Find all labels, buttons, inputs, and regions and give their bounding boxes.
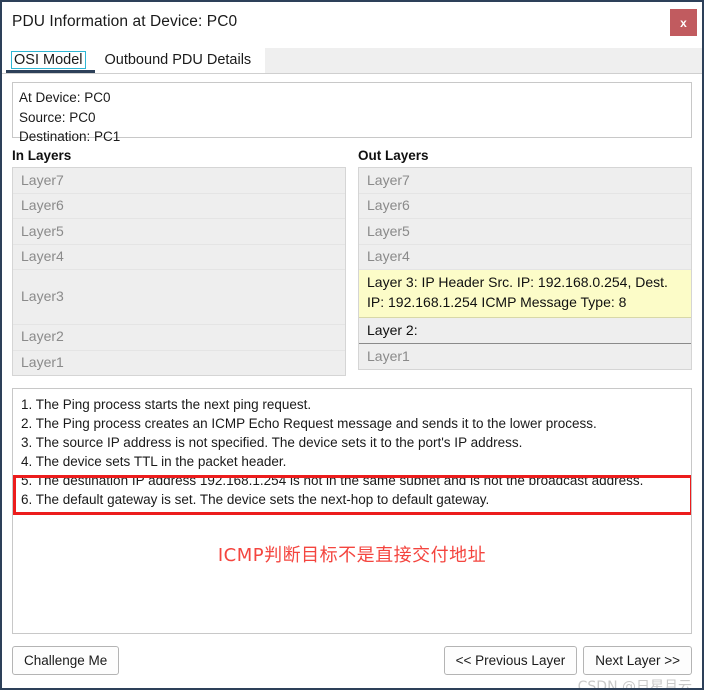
in-layer-row-6[interactable]: Layer6: [13, 193, 345, 220]
out-layers-column: Out Layers Layer7 Layer6 Layer5 Layer4 L…: [358, 148, 692, 376]
description-line-3: 3. The source IP address is not specifie…: [21, 435, 523, 451]
layer-nav-buttons: << Previous Layer Next Layer >>: [443, 646, 692, 676]
info-at-device: At Device: PC0: [19, 90, 111, 105]
tab-outbound-pdu-details[interactable]: Outbound PDU Details: [95, 50, 262, 74]
title-bar: PDU Information at Device: PC0 x: [2, 2, 702, 42]
description-line-5: 5. The destination IP address 192.168.1.…: [21, 473, 644, 489]
out-layer-row-5[interactable]: Layer5: [359, 219, 691, 245]
challenge-me-button[interactable]: Challenge Me: [12, 646, 120, 676]
tab-strip-filler: [265, 48, 702, 74]
description-line-4: 4. The device sets TTL in the packet hea…: [21, 454, 287, 470]
description-line-2: 2. The Ping process creates an ICMP Echo…: [21, 416, 597, 432]
device-info-panel: At Device: PC0 Source: PC0 Destination: …: [12, 82, 692, 144]
description-line-6: 6. The default gateway is set. The devic…: [21, 492, 490, 508]
out-layer-row-3[interactable]: Layer 3: IP Header Src. IP: 192.168.0.25…: [359, 270, 691, 318]
in-layer-row-3[interactable]: Layer3: [13, 270, 345, 325]
window-title: PDU Information at Device: PC0: [12, 13, 238, 30]
in-layer-row-4[interactable]: Layer4: [13, 244, 345, 271]
annotation-note-text: ICMP判断目标不是直接交付地址: [217, 545, 487, 567]
out-layer-row-7[interactable]: Layer7: [359, 168, 691, 194]
in-layers-column: In Layers Layer7 Layer6 Layer5 Layer4 La…: [12, 148, 346, 377]
out-layer-row-6[interactable]: Layer6: [359, 193, 691, 220]
info-destination: Destination: PC1: [19, 129, 121, 145]
info-source: Source: PC0: [19, 109, 96, 125]
out-layer-row-2[interactable]: Layer 2:: [359, 317, 691, 345]
content-area: At Device: PC0 Source: PC0 Destination: …: [2, 74, 702, 635]
tab-strip: OSI Model Outbound PDU Details: [2, 42, 702, 74]
out-layers-list: Layer7 Layer6 Layer5 Layer4 Layer 3: IP …: [358, 167, 692, 370]
in-layer-row-2[interactable]: Layer2: [13, 324, 345, 351]
layers-container: In Layers Layer7 Layer6 Layer5 Layer4 La…: [12, 148, 692, 377]
tab-outbound-pdu-details-label: Outbound PDU Details: [104, 52, 252, 68]
description-line-1: 1. The Ping process starts the next ping…: [21, 397, 312, 413]
watermark: CSDN @日星月云: [577, 679, 692, 690]
in-layers-list: Layer7 Layer6 Layer5 Layer4 Layer3 Layer…: [12, 167, 346, 377]
out-layer-row-1[interactable]: Layer1: [359, 344, 691, 369]
close-icon[interactable]: x: [670, 9, 697, 36]
in-layer-row-5[interactable]: Layer5: [13, 219, 345, 245]
in-layers-title: In Layers: [12, 148, 72, 163]
in-layer-row-7[interactable]: Layer7: [13, 168, 345, 194]
footer-bar: Challenge Me << Previous Layer Next Laye…: [2, 646, 702, 690]
previous-layer-button[interactable]: << Previous Layer: [443, 646, 578, 676]
tab-strip-divider: [2, 73, 702, 74]
process-description-panel: 1. The Ping process starts the next ping…: [12, 388, 692, 635]
in-layer-row-1[interactable]: Layer1: [13, 350, 345, 376]
out-layers-title: Out Layers: [358, 148, 429, 163]
tab-osi-model-label: OSI Model: [11, 51, 86, 69]
next-layer-button[interactable]: Next Layer >>: [583, 646, 692, 676]
out-layer-row-4[interactable]: Layer4: [359, 244, 691, 271]
tab-osi-model[interactable]: OSI Model: [2, 50, 95, 74]
pdu-information-window: PDU Information at Device: PC0 x OSI Mod…: [0, 0, 704, 690]
